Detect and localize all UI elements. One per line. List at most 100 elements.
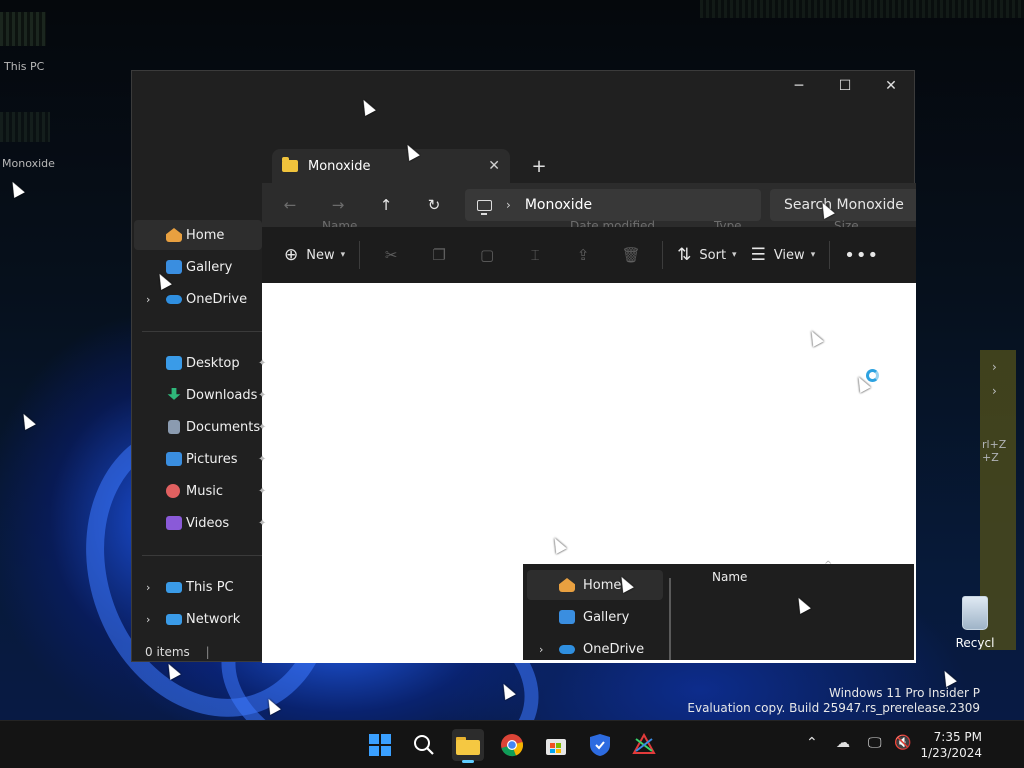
- sidebar-item-onedrive[interactable]: › OneDrive: [134, 284, 262, 314]
- sidebar-item-videos[interactable]: Videos ✦: [134, 508, 266, 538]
- download-icon: [167, 388, 181, 400]
- share-button[interactable]: ⇪: [566, 246, 600, 264]
- store-taskbar-button[interactable]: [540, 729, 572, 761]
- volume-tray-button[interactable]: 🔇: [894, 735, 911, 751]
- view-list-icon: ☰: [750, 245, 766, 265]
- chevron-right-icon[interactable]: ›: [506, 198, 511, 212]
- start-button[interactable]: [364, 729, 396, 761]
- up-button[interactable]: ↑: [372, 193, 400, 217]
- breadcrumb-monoxide[interactable]: Monoxide: [525, 197, 592, 213]
- sidebar-item-desktop[interactable]: Desktop ✦: [134, 348, 266, 378]
- chevron-right-icon[interactable]: ›: [146, 293, 150, 306]
- sidebar-item-documents[interactable]: Documents ✦: [134, 412, 266, 442]
- chevron-right-icon[interactable]: ›: [146, 613, 150, 626]
- search-input[interactable]: Search Monoxide: [770, 189, 916, 221]
- close-tab-button[interactable]: ✕: [488, 158, 500, 174]
- close-window-button[interactable]: ✕: [868, 71, 914, 101]
- monitor-icon: [477, 199, 492, 215]
- maximize-button[interactable]: ☐: [822, 71, 868, 101]
- search-button[interactable]: [408, 729, 440, 761]
- item-count: 0 items: [145, 645, 190, 659]
- maximize-icon: ☐: [838, 78, 852, 94]
- delete-button[interactable]: 🗑: [614, 246, 648, 264]
- recycle-bin-label: Recycl: [955, 636, 995, 650]
- pictures-icon: [166, 452, 182, 466]
- cloud-offline-icon: ☁: [836, 735, 850, 751]
- sidebar-item-label: Network: [186, 611, 241, 627]
- refresh-button[interactable]: ↻: [420, 193, 448, 217]
- sidebar-item-label: This PC: [186, 579, 234, 595]
- paste-button[interactable]: ▢: [470, 246, 504, 264]
- pin-icon: ✦: [258, 357, 267, 369]
- sidebar-item-network[interactable]: › Network: [134, 604, 262, 634]
- sort-label: Sort: [699, 247, 727, 263]
- sidebar-item-this-pc[interactable]: › This PC: [134, 572, 262, 602]
- video-icon: [166, 516, 182, 530]
- sidebar-item-music[interactable]: Music ✦: [134, 476, 266, 506]
- new-button[interactable]: ⊕ New ▾: [284, 245, 345, 265]
- sidebar-divider: [142, 555, 262, 556]
- sidebar-item-home[interactable]: Home: [134, 220, 262, 250]
- network-icon: [166, 613, 182, 625]
- minimize-icon: ─: [794, 78, 804, 94]
- onedrive-tray-button[interactable]: ☁: [836, 735, 850, 751]
- store-icon: [546, 739, 566, 755]
- view-label: View: [773, 247, 805, 263]
- minimize-button[interactable]: ─: [776, 71, 822, 101]
- address-bar[interactable]: › Monoxide: [465, 189, 761, 221]
- more-options-button[interactable]: •••: [844, 245, 879, 266]
- tab-monoxide[interactable]: Monoxide ✕: [272, 149, 510, 183]
- sidebar-item-gallery[interactable]: Gallery: [134, 252, 262, 282]
- plus-icon: +: [531, 155, 547, 177]
- sidebar-item-downloads[interactable]: Downloads ✦: [134, 380, 266, 410]
- back-button[interactable]: ←: [276, 193, 304, 217]
- chevron-right-icon[interactable]: ›: [146, 581, 150, 594]
- watermark-line: Evaluation copy. Build 25947.rs_prerelea…: [687, 701, 980, 715]
- pin-icon: ✦: [258, 517, 267, 529]
- copy-icon: ❐: [432, 246, 446, 264]
- sort-icon: ⇅: [677, 245, 692, 265]
- scissors-icon: ✂: [384, 246, 398, 264]
- view-button[interactable]: ☰ View ▾: [751, 245, 816, 265]
- sidebar-item-pictures[interactable]: Pictures ✦: [134, 444, 266, 474]
- evaluation-watermark: Windows 11 Pro Insider P Evaluation copy…: [687, 686, 980, 716]
- recycle-bin-icon: [962, 596, 988, 630]
- sort-button[interactable]: ⇅ Sort ▾: [677, 245, 736, 265]
- glitch-artifact: [700, 0, 1024, 18]
- rename-button[interactable]: ⌶: [518, 246, 552, 264]
- home-icon: [166, 228, 182, 242]
- chevron-up-icon: ⌃: [806, 735, 818, 751]
- loading-spinner-icon: [866, 369, 879, 382]
- chevron-right-icon[interactable]: ›: [539, 643, 543, 656]
- new-tab-button[interactable]: +: [526, 153, 552, 179]
- watermark-line: Windows 11 Pro Insider P: [828, 686, 980, 700]
- ghost-sidebar-item-onedrive[interactable]: › OneDrive: [527, 634, 663, 664]
- cut-button[interactable]: ✂: [374, 246, 408, 264]
- search-icon: [414, 735, 434, 755]
- ghost-sidebar-item-home[interactable]: Home: [527, 570, 663, 600]
- recycle-bin-shortcut[interactable]: Recycl: [940, 596, 1010, 650]
- pin-icon: ✦: [258, 389, 267, 401]
- forward-button[interactable]: →: [324, 193, 352, 217]
- chrome-taskbar-button[interactable]: [496, 729, 528, 761]
- file-explorer-taskbar-button[interactable]: [452, 729, 484, 763]
- paint-taskbar-button[interactable]: [628, 729, 660, 761]
- chevron-up-icon: ^: [824, 560, 833, 571]
- copy-button[interactable]: ❐: [422, 246, 456, 264]
- ghost-column-header-name[interactable]: Name: [712, 570, 747, 584]
- ghost-sidebar-item-gallery[interactable]: Gallery: [527, 602, 663, 632]
- clock[interactable]: 7:35 PM 1/23/2024: [920, 729, 982, 761]
- chevron-right-icon: ›: [992, 384, 997, 398]
- chevron-right-icon: ›: [992, 360, 997, 374]
- sidebar-item-label: OneDrive: [186, 291, 248, 307]
- volume-muted-icon: 🔇: [894, 735, 912, 751]
- show-hidden-icons-button[interactable]: ⌃: [806, 735, 818, 751]
- pin-icon: ✦: [258, 485, 267, 497]
- sidebar-item-label: Pictures: [186, 451, 238, 467]
- sidebar-item-label: Documents: [186, 419, 261, 435]
- sidebar-item-label: Gallery: [186, 259, 233, 275]
- share-icon: ⇪: [576, 246, 590, 264]
- pane-splitter[interactable]: [669, 578, 671, 660]
- network-tray-button[interactable]: 🖵: [868, 735, 882, 751]
- defender-taskbar-button[interactable]: [584, 729, 616, 761]
